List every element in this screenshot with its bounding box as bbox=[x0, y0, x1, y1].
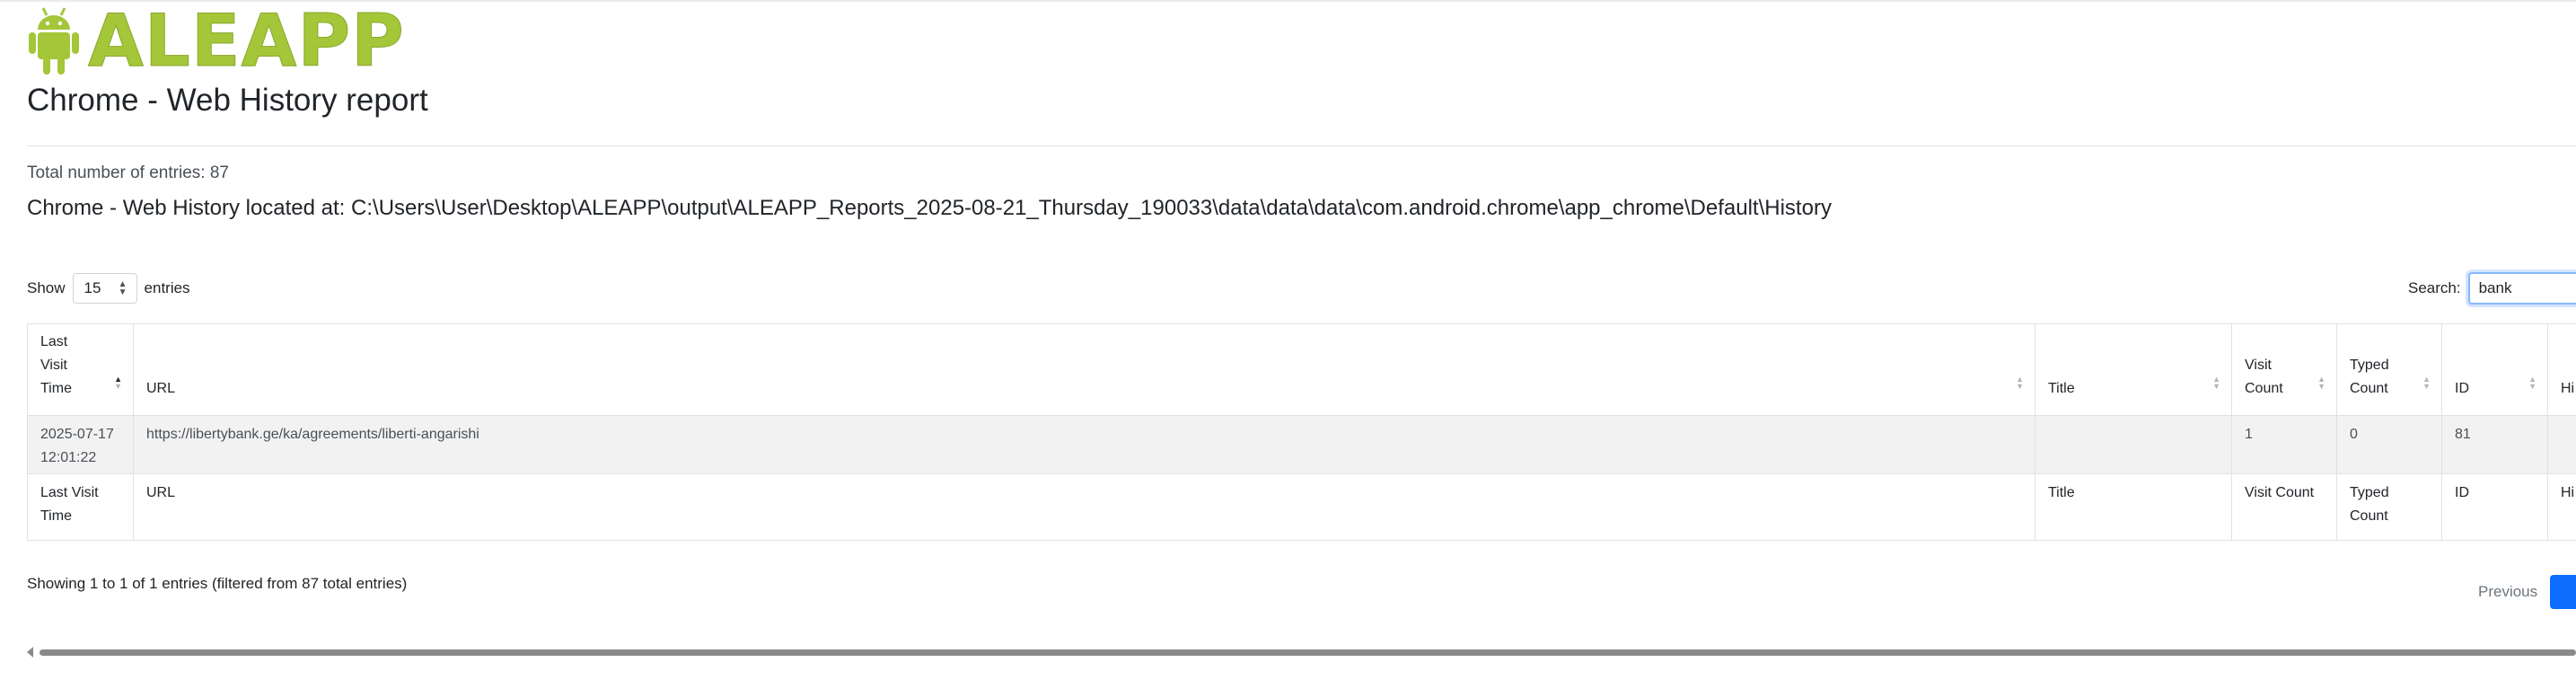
aleapp-logo: ALEAPP bbox=[27, 0, 405, 83]
footer-row: Last Visit Time URL Title Visit Count Ty… bbox=[27, 473, 2576, 541]
header-label: Hi bbox=[2561, 381, 2575, 396]
sort-arrows-icon: ▲ ▼ bbox=[2422, 375, 2431, 391]
scroll-left-icon[interactable] bbox=[27, 647, 33, 658]
source-location-text: Chrome - Web History located at: C:\User… bbox=[27, 196, 1832, 220]
header-label: Last Visit Time bbox=[40, 334, 72, 396]
footer-typed-count: Typed Count bbox=[2336, 473, 2442, 541]
table-row: 2025-07-17 12:01:22 https://libertybank.… bbox=[27, 415, 2576, 474]
footer-url: URL bbox=[133, 473, 2035, 541]
search-input[interactable]: bank bbox=[2467, 272, 2576, 305]
cell-last-visit-time: 2025-07-17 12:01:22 bbox=[27, 415, 134, 474]
header-label: Title bbox=[2048, 381, 2075, 396]
sort-asc-icon: ▲ ▼ bbox=[114, 375, 122, 391]
search-control: Search: bank bbox=[2408, 272, 2576, 305]
cell-url: https://libertybank.ge/ka/agreements/lib… bbox=[133, 415, 2035, 474]
header-label: ID bbox=[2455, 381, 2469, 396]
report-page: ALEAPP Chrome - Web History report Total… bbox=[0, 0, 2576, 680]
cell-title bbox=[2035, 415, 2232, 474]
previous-button[interactable]: Previous bbox=[2478, 583, 2537, 601]
sort-arrows-icon: ▲ ▼ bbox=[2016, 375, 2024, 391]
sort-arrows-icon: ▲ ▼ bbox=[2317, 375, 2325, 391]
sort-arrows-icon: ▲ ▼ bbox=[2528, 375, 2536, 391]
column-header-typed-count[interactable]: Typed Count ▲ ▼ bbox=[2336, 323, 2442, 416]
page-length-control: Show 15 ▲ ▼ entries bbox=[27, 273, 190, 304]
page-length-value: 15 bbox=[84, 279, 101, 296]
header-label: Typed Count bbox=[2350, 358, 2389, 396]
page-1-button[interactable] bbox=[2550, 575, 2576, 609]
table-info: Showing 1 to 1 of 1 entries (filtered fr… bbox=[27, 575, 408, 592]
cell-id: 81 bbox=[2441, 415, 2548, 474]
column-header-visit-count[interactable]: Visit Count ▲ ▼ bbox=[2231, 323, 2337, 416]
header-label: URL bbox=[146, 381, 176, 396]
footer-id: ID bbox=[2441, 473, 2548, 541]
column-header-title[interactable]: Title ▲ ▼ bbox=[2035, 323, 2232, 416]
header-row: Last Visit Time ▲ ▼ URL ▲ ▼ Title ▲ ▼ Visit… bbox=[27, 323, 2576, 416]
cell-typed-count: 0 bbox=[2336, 415, 2442, 474]
page-title: Chrome - Web History report bbox=[27, 83, 428, 118]
scrollbar-thumb[interactable] bbox=[40, 649, 2576, 656]
cell-hidden bbox=[2547, 415, 2576, 474]
android-robot-icon bbox=[27, 4, 81, 78]
footer-title: Title bbox=[2035, 473, 2232, 541]
horizontal-scrollbar[interactable] bbox=[27, 647, 2576, 658]
column-header-url[interactable]: URL ▲ ▼ bbox=[133, 323, 2035, 416]
column-header-last-visit-time[interactable]: Last Visit Time ▲ ▼ bbox=[27, 323, 134, 416]
pagination: Previous bbox=[2478, 575, 2576, 609]
footer-hidden: Hi bbox=[2547, 473, 2576, 541]
history-table: Last Visit Time ▲ ▼ URL ▲ ▼ Title ▲ ▼ Visit… bbox=[27, 323, 2576, 541]
logo-text: ALEAPP bbox=[88, 0, 405, 83]
search-label: Search: bbox=[2408, 279, 2461, 296]
column-header-hidden[interactable]: Hi bbox=[2547, 323, 2576, 416]
show-label: Show bbox=[27, 279, 66, 296]
entries-label: entries bbox=[144, 279, 190, 296]
total-entries-text: Total number of entries: 87 bbox=[27, 163, 229, 182]
select-arrows-icon: ▲ ▼ bbox=[118, 279, 127, 297]
footer-last-visit-time: Last Visit Time bbox=[27, 473, 134, 541]
cell-visit-count: 1 bbox=[2231, 415, 2337, 474]
header-label: Visit Count bbox=[2245, 358, 2283, 396]
sort-arrows-icon: ▲ ▼ bbox=[2212, 375, 2220, 391]
page-length-select[interactable]: 15 ▲ ▼ bbox=[72, 273, 137, 304]
column-header-id[interactable]: ID ▲ ▼ bbox=[2441, 323, 2548, 416]
footer-visit-count: Visit Count bbox=[2231, 473, 2337, 541]
